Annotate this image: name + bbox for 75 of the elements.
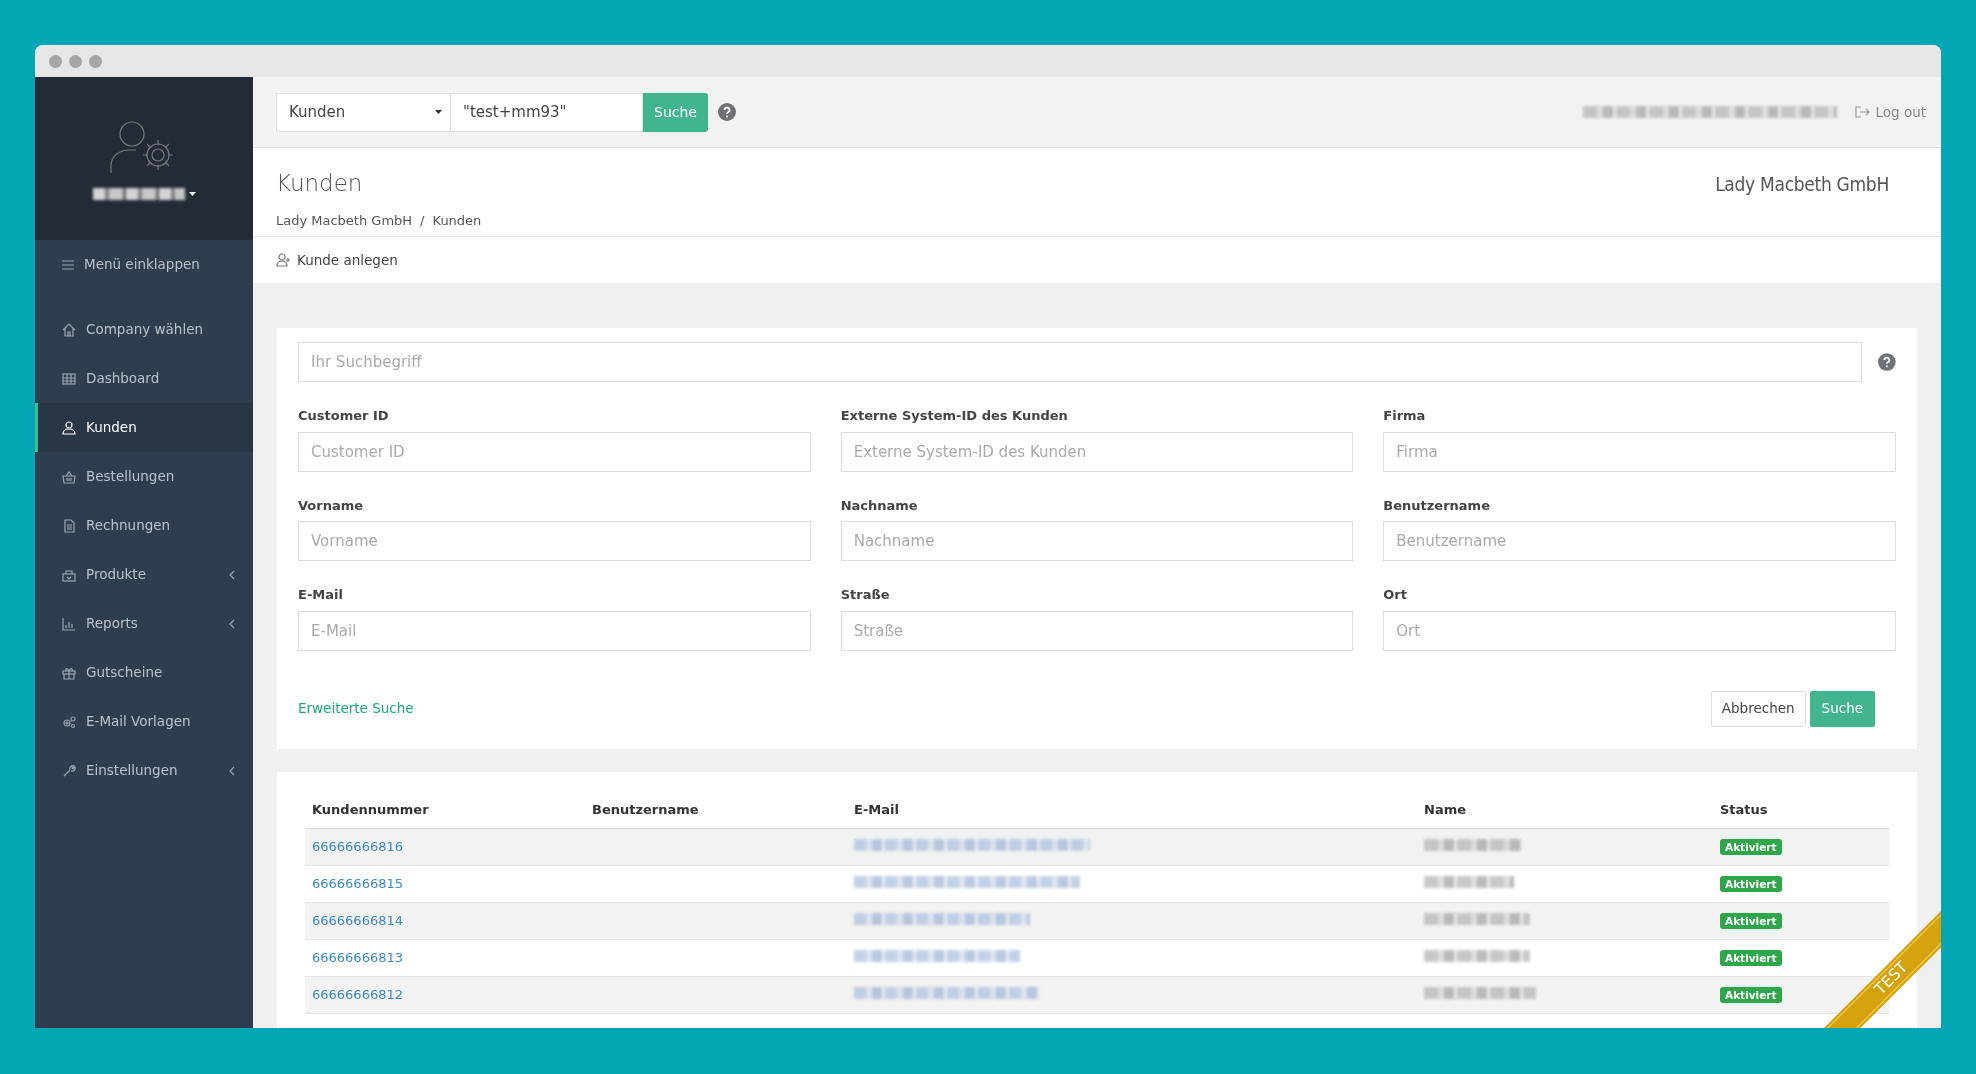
sidebar-item[interactable]: Company wählen (35, 305, 253, 354)
user-plus-icon (276, 253, 292, 267)
scope-select[interactable]: Kunden (276, 92, 451, 132)
bar-chart-icon (62, 616, 76, 631)
sidebar-item[interactable]: Dashboard (35, 354, 253, 403)
input-field[interactable]: Ort (1383, 610, 1896, 651)
field-label: Ort (1383, 586, 1408, 604)
field-label: Straße (840, 586, 891, 604)
gears-icon (62, 714, 76, 729)
input-field[interactable]: Vorname (298, 521, 811, 561)
collapse-menu-item[interactable]: Menü einklappen (35, 240, 253, 289)
column-header: Name (1417, 799, 1713, 829)
add-customer-button[interactable]: Kunde anlegen (276, 249, 398, 271)
logout-icon (1855, 106, 1871, 118)
search-field[interactable]: "test+mm93" (451, 92, 643, 132)
field-label: E-Mail (298, 586, 344, 604)
help-icon (1878, 353, 1896, 371)
column-header: Status (1713, 799, 1889, 829)
status-badge: Aktiviert (1720, 987, 1782, 1004)
field-label: Customer ID (298, 407, 390, 425)
status-badge: Aktiviert (1720, 876, 1782, 893)
window-dot (89, 54, 102, 68)
window-dot (69, 54, 82, 68)
grid-icon (62, 371, 76, 386)
customer-number-link[interactable]: 66666666812 (312, 987, 403, 1003)
breadcrumb-item: Kunden (432, 211, 482, 230)
column-header: Benutzername (585, 799, 847, 829)
search-field[interactable]: Ihr Suchbegriff (298, 342, 1863, 382)
basket-icon (62, 469, 76, 484)
input-field[interactable]: E-Mail (298, 610, 811, 651)
caret-icon (435, 110, 442, 114)
sidebar-item[interactable]: E-Mail Vorlagen (35, 697, 253, 746)
status-badge: Aktiviert (1720, 913, 1782, 930)
customer-number-link[interactable]: 66666666814 (312, 913, 403, 929)
sidebar-item[interactable]: Produkte (35, 550, 253, 599)
field-label: Vorname (298, 496, 365, 515)
sidebar-item[interactable]: Rechnungen (35, 501, 253, 550)
sidebar-item[interactable]: Gutscheine (35, 648, 253, 697)
customer-number-link[interactable]: 66666666813 (312, 950, 403, 966)
bag-icon (62, 567, 76, 582)
field-label: Benutzername (1383, 496, 1491, 515)
input-field[interactable]: Straße (840, 610, 1354, 651)
window-dot (49, 54, 62, 68)
gift-icon (62, 665, 76, 680)
help-icon (717, 103, 736, 121)
column-header: E-Mail (847, 799, 1417, 829)
home-icon (62, 322, 76, 337)
column-header: Kundennummer (305, 799, 585, 829)
wrench-icon (62, 763, 76, 778)
customer-number-link[interactable]: 66666666815 (312, 876, 403, 892)
field-label: Firma (1383, 407, 1427, 425)
page-title: Kunden (276, 169, 364, 198)
menu-icon (62, 259, 74, 270)
field-label: Externe System-ID des Kunden (840, 407, 1069, 425)
logout-button[interactable]: Log out (1855, 101, 1926, 123)
status-badge: Aktiviert (1720, 839, 1782, 856)
input-field[interactable]: Nachname (840, 521, 1354, 561)
document-icon (62, 518, 76, 533)
customer-number-link[interactable]: 66666666816 (312, 839, 403, 855)
input-field[interactable]: Externe System-ID des Kunden (840, 431, 1354, 472)
input-field[interactable]: Benutzername (1383, 521, 1896, 561)
breadcrumb-item[interactable]: Lady Macbeth GmbH (276, 210, 413, 230)
caret-icon (188, 191, 196, 196)
sidebar-item[interactable]: Kunden (35, 403, 253, 452)
input-field[interactable]: Customer ID (298, 431, 811, 472)
sidebar-item[interactable]: Einstellungen (35, 746, 253, 795)
user-icon (62, 420, 76, 435)
sidebar-item[interactable]: Reports (35, 599, 253, 648)
cancel-button[interactable]: Abbrechen (1710, 690, 1806, 727)
sidebar-item[interactable]: Bestellungen (35, 452, 253, 501)
input-field[interactable]: Firma (1383, 431, 1896, 472)
status-badge: Aktiviert (1720, 950, 1782, 967)
field-label: Nachname (840, 496, 919, 515)
breadcrumb-separator: / (420, 211, 425, 230)
company-name: Lady Macbeth GmbH (1715, 172, 1889, 197)
